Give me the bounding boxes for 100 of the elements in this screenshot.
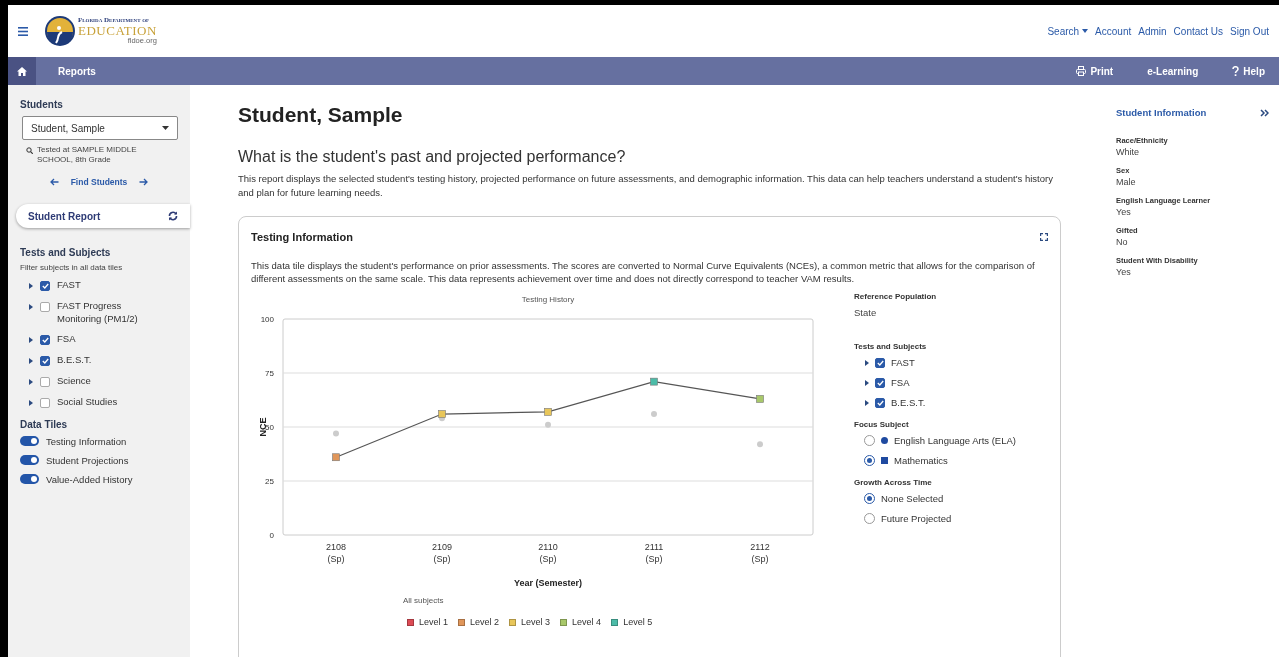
- right-arrow-icon[interactable]: [139, 178, 149, 186]
- checkbox[interactable]: [40, 301, 50, 312]
- section-heading: Students: [20, 99, 64, 110]
- panel-title: Student Information: [1116, 107, 1207, 118]
- checkbox-label: FAST: [57, 279, 82, 292]
- toggle-label: Testing Information: [46, 435, 127, 447]
- radio-button[interactable]: [864, 435, 875, 447]
- expand-icon[interactable]: [1040, 232, 1048, 241]
- checkbox-label: B.E.S.T.: [891, 397, 926, 409]
- report-tab[interactable]: Student Report: [16, 204, 190, 228]
- card-title: Testing Information: [251, 230, 353, 243]
- page-title: Student, Sample: [238, 103, 404, 127]
- legend-label: Level 2: [470, 617, 500, 628]
- caret-right-icon[interactable]: [28, 283, 33, 289]
- field-value: Yes: [1116, 267, 1132, 277]
- find-students-link[interactable]: Find Students: [70, 177, 128, 187]
- checkbox-label: FAST: [891, 357, 915, 369]
- axis-tick-label: 0: [269, 531, 274, 541]
- legend-label: Level 4: [572, 617, 602, 628]
- axis-tick-label: 2112 (Sp): [750, 542, 770, 565]
- checkbox[interactable]: [875, 397, 885, 408]
- checkbox-label: Science: [57, 375, 92, 388]
- option-heading: Tests and Subjects: [854, 342, 928, 352]
- printer-icon: [1076, 66, 1087, 76]
- checkbox[interactable]: [40, 377, 50, 388]
- nav-link[interactable]: Reports: [36, 57, 118, 85]
- square-marker-icon: [881, 457, 888, 465]
- page-subtitle: What is the student's past and projected performance?: [238, 148, 627, 166]
- checkbox-label: Social Studies: [57, 395, 119, 409]
- axis-tick-label: 2111 (Sp): [644, 542, 664, 565]
- axis-tick-label: 2109 (Sp): [432, 542, 452, 565]
- caret-right-icon[interactable]: [864, 359, 869, 366]
- logo-text: EDUCATION: [78, 24, 157, 38]
- axis-tick-label: 2108 (Sp): [326, 542, 346, 565]
- option-heading: Reference Population: [854, 292, 938, 302]
- axis-tick-label: 75: [265, 369, 274, 379]
- toggle-label: Value-Added History: [46, 473, 133, 485]
- checkbox[interactable]: [875, 357, 885, 368]
- radio-button[interactable]: [864, 513, 875, 525]
- toggle-switch[interactable]: [20, 474, 39, 485]
- checkbox[interactable]: [40, 281, 50, 291]
- left-arrow-icon[interactable]: [49, 178, 59, 186]
- radio-button[interactable]: [864, 493, 875, 505]
- checkbox[interactable]: [875, 377, 885, 388]
- menu-icon[interactable]: [18, 26, 28, 36]
- caret-right-icon[interactable]: [28, 399, 33, 406]
- refresh-icon[interactable]: [168, 211, 178, 221]
- field-value: White: [1116, 147, 1140, 157]
- axis-tick-label: 2110 (Sp): [538, 542, 558, 565]
- section-heading: Data Tiles: [20, 418, 69, 430]
- header-link[interactable]: Contact Us: [1173, 25, 1224, 37]
- home-icon: [17, 66, 27, 76]
- student-dropdown[interactable]: Student, Sample: [22, 116, 178, 140]
- radio-label: Mathematics: [894, 455, 948, 467]
- checkbox-label: FSA: [57, 333, 77, 347]
- double-chevron-icon[interactable]: [1260, 108, 1269, 117]
- radio-label: English Language Arts (ELA): [894, 435, 1016, 447]
- search-icon: [26, 147, 33, 154]
- caret-right-icon[interactable]: [28, 379, 33, 386]
- caret-right-icon[interactable]: [28, 358, 33, 365]
- nav-link[interactable]: e-Learning: [1127, 57, 1213, 85]
- toggle-switch[interactable]: [20, 436, 39, 447]
- radio-label: Future Projected: [881, 513, 952, 525]
- radio-button[interactable]: [864, 455, 875, 467]
- print-button[interactable]: Print: [1056, 57, 1128, 85]
- legend-label: Level 3: [521, 617, 551, 628]
- school-text: Tested at SAMPLE MIDDLE SCHOOL, 8th Grade: [37, 145, 138, 165]
- caret-right-icon[interactable]: [864, 379, 869, 386]
- axis-tick-label: 25: [265, 477, 274, 487]
- axis-tick-label: 50: [265, 423, 274, 433]
- checkbox[interactable]: [40, 335, 50, 346]
- home-button[interactable]: [8, 57, 36, 85]
- header-link[interactable]: Admin: [1138, 25, 1167, 37]
- toggle-switch[interactable]: [20, 455, 39, 466]
- checkbox[interactable]: [40, 356, 50, 367]
- option-heading: Growth Across Time: [854, 478, 933, 488]
- data-point: [333, 430, 339, 437]
- hint-text: Filter subjects in all data tiles: [20, 263, 124, 272]
- seal-icon: [44, 15, 76, 47]
- option-heading: Focus Subject: [854, 420, 910, 430]
- description-text: This data tile displays the student's performance on prior assessments. The scores are converted to Normal Curve Equivalents (NCEs), a common metric that allows for the comparison of different assessments on the same scale. This data represents achievement over time and does not directly correspond to teacher VAM results.: [251, 258, 1036, 287]
- field-value: Yes: [1116, 207, 1132, 217]
- caret-right-icon[interactable]: [28, 337, 33, 344]
- legend-title: All subjects: [403, 596, 445, 606]
- legend-label: Level 5: [623, 617, 653, 628]
- question-icon: [1232, 66, 1240, 76]
- header-link[interactable]: Search: [1047, 25, 1089, 37]
- caret-right-icon[interactable]: [28, 303, 33, 310]
- field-value: No: [1116, 237, 1129, 247]
- checkbox[interactable]: [40, 397, 50, 408]
- caret-right-icon[interactable]: [864, 399, 869, 406]
- help-button[interactable]: Help: [1212, 57, 1279, 85]
- header-link[interactable]: Sign Out: [1230, 25, 1269, 37]
- checkbox-label: B.E.S.T.: [57, 354, 93, 368]
- toggle-label: Student Projections: [46, 454, 129, 466]
- axis-tick-label: 100: [260, 315, 274, 325]
- description-text: This report displays the selected student's testing history, projected performance on future assessments, and demographic information. This data can help teachers understand a student's history and plan for future learning needs.: [238, 172, 1054, 200]
- option-value: State: [854, 307, 878, 319]
- data-point: [651, 411, 657, 418]
- header-link[interactable]: Account: [1095, 25, 1132, 37]
